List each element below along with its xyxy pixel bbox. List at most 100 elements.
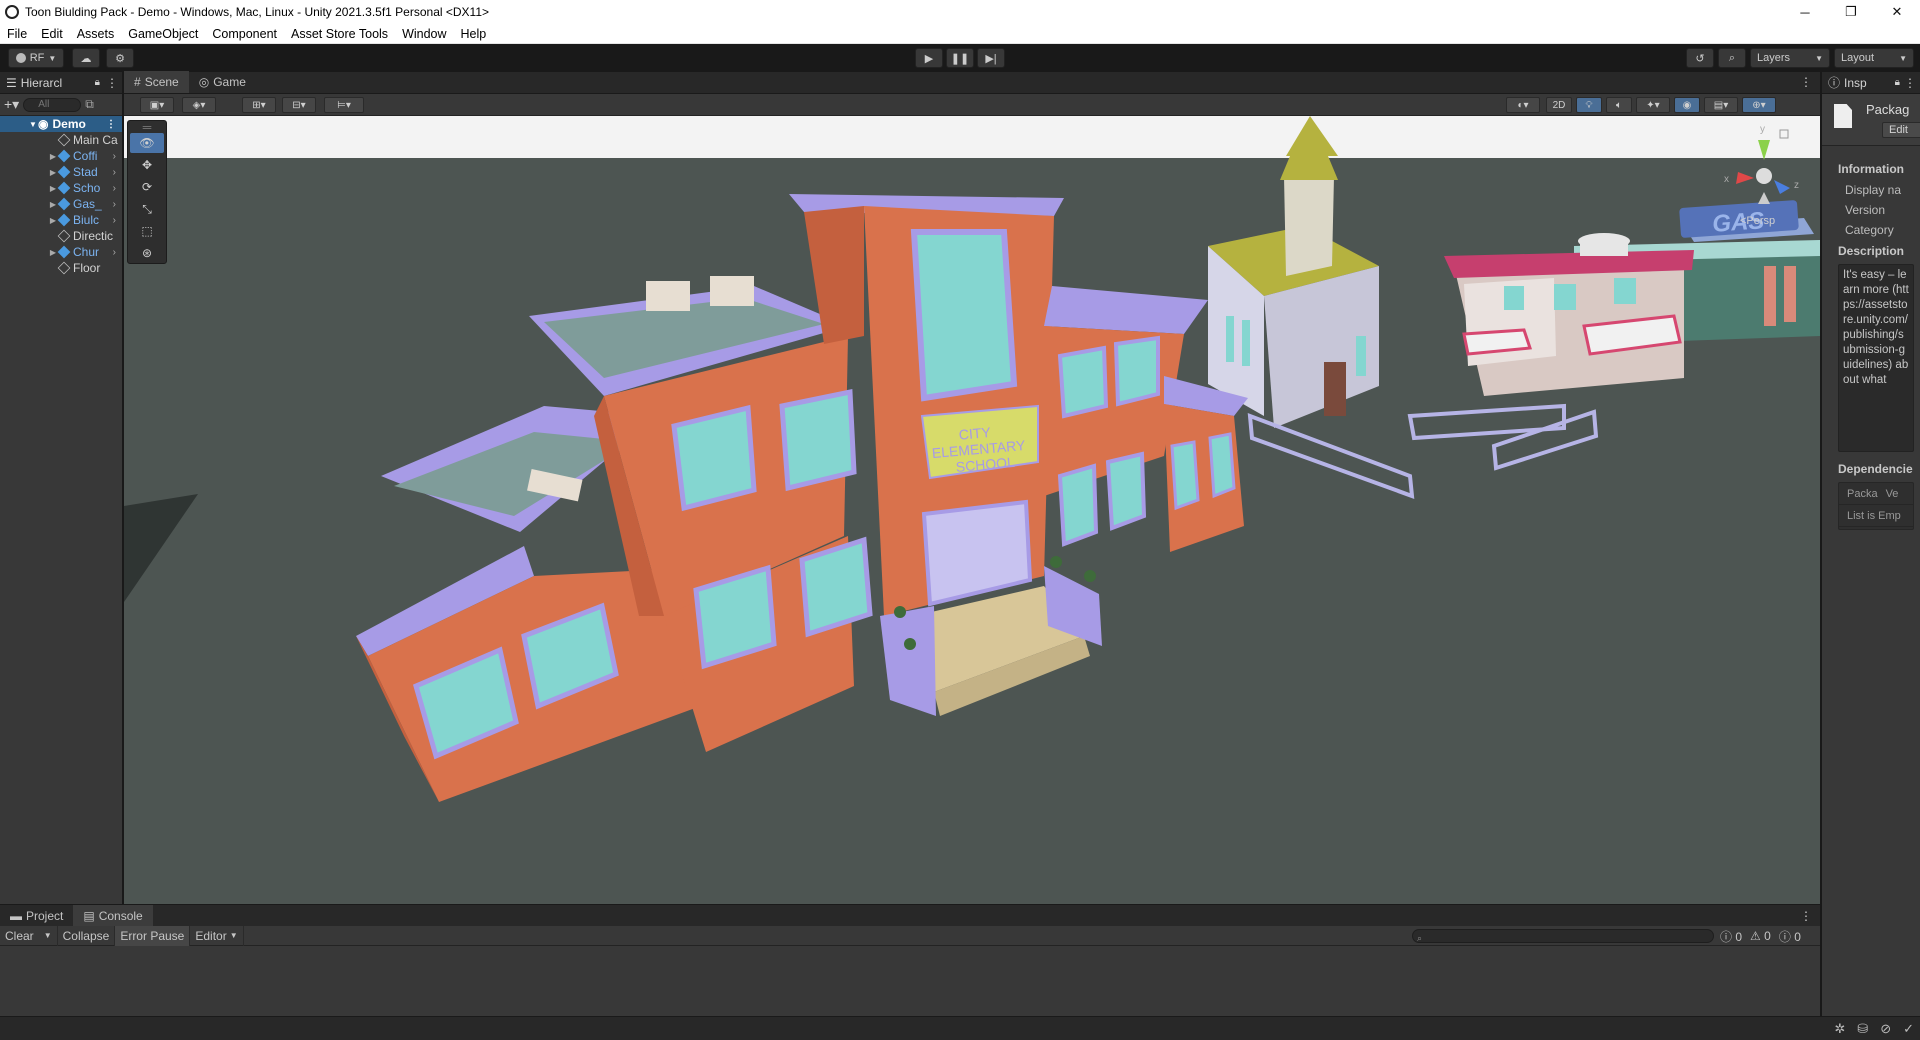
layers-dropdown[interactable]: Layers ▼ <box>1750 48 1830 68</box>
hidden-objects-toggle[interactable]: ◉ <box>1674 97 1700 113</box>
edit-button[interactable]: Edit <box>1882 122 1920 138</box>
move-tool-button[interactable]: ✥ <box>130 155 164 175</box>
rect-tool-button[interactable]: ⬚ <box>130 221 164 241</box>
menu-window[interactable]: Window <box>395 27 453 41</box>
gizmos-dropdown[interactable]: ⊕▾ <box>1742 97 1776 113</box>
grid-snap-dropdown[interactable]: ⊞▾ <box>242 97 276 113</box>
inspector-tab[interactable]: ⓘ Insp 🔒︎ ⋮ <box>1822 72 1920 94</box>
description-section-header[interactable]: Description <box>1822 240 1920 262</box>
audio-toggle[interactable]: 🔈︎ <box>1606 97 1632 113</box>
hierarchy-item[interactable]: ▶ Scho › <box>0 180 122 196</box>
chevron-down-icon[interactable]: ▼ <box>44 931 52 940</box>
layout-dropdown[interactable]: Layout ▼ <box>1834 48 1914 68</box>
search-button[interactable]: ⌕ <box>1718 48 1746 68</box>
hierarchy-item[interactable]: Directic <box>0 228 122 244</box>
minimize-button[interactable]: ─ <box>1782 0 1828 24</box>
hierarchy-item[interactable]: ▶ Gas_ › <box>0 196 122 212</box>
lock-icon[interactable]: 🔒︎ <box>95 77 100 88</box>
increment-snap-dropdown[interactable]: ⊟▾ <box>282 97 316 113</box>
scene-viewport[interactable]: GAS CITY ELEMENTARY SCHOOL y z x <Persp <box>124 116 1820 904</box>
tab-console[interactable]: ▤ Console <box>73 904 153 927</box>
ruler-dropdown[interactable]: ⊨▾ <box>324 97 364 113</box>
debug-icon[interactable]: ✲ <box>1834 1021 1845 1037</box>
console-log-area[interactable] <box>0 946 1820 1006</box>
error-pause-button[interactable]: Error Pause <box>115 925 191 946</box>
chevron-right-icon[interactable]: › <box>113 247 116 258</box>
mode-2d-toggle[interactable]: 2D <box>1546 97 1572 113</box>
effects-dropdown[interactable]: ✦▾ <box>1636 97 1670 113</box>
tab-scene[interactable]: # Scene <box>124 71 189 93</box>
more-menu-icon[interactable]: ⋮ <box>1800 75 1812 89</box>
hierarchy-tab[interactable]: ☰ Hierarcl 🔒︎ ⋮ <box>0 72 122 94</box>
view-tool-button[interactable]: 👁︎ <box>130 133 164 153</box>
warning-count-toggle[interactable]: ⚠ 0 <box>1750 929 1771 943</box>
editor-dropdown[interactable]: Editor ▼ <box>190 925 244 946</box>
step-button[interactable]: ▶| <box>977 48 1005 68</box>
chevron-right-icon[interactable]: › <box>113 199 116 210</box>
menu-edit[interactable]: Edit <box>34 27 70 41</box>
hierarchy-item[interactable]: ▶ Coffi › <box>0 148 122 164</box>
description-textarea[interactable]: It's easy – learn more (https://assetsto… <box>1838 264 1914 452</box>
lock-icon[interactable]: 🔒︎ <box>1895 77 1900 88</box>
hierarchy-scene-root[interactable]: ▼ ◉ Demo ⋮ <box>0 116 122 132</box>
expand-arrow-icon[interactable]: ▶ <box>48 216 58 225</box>
menu-gameobject[interactable]: GameObject <box>121 27 205 41</box>
add-object-button[interactable]: +▾ <box>4 96 19 113</box>
dependencies-section-header[interactable]: Dependencie <box>1822 458 1920 480</box>
log-count-toggle[interactable]: ⓘ 0 <box>1720 928 1742 945</box>
expand-arrow-icon[interactable]: ▶ <box>48 248 58 257</box>
draw-mode-dropdown[interactable]: ▣▾ <box>140 97 174 113</box>
baking-icon[interactable]: ⊘ <box>1880 1021 1891 1037</box>
chevron-right-icon[interactable]: › <box>113 183 116 194</box>
pause-button[interactable]: ❚❚ <box>946 48 974 68</box>
chevron-right-icon[interactable]: › <box>113 215 116 226</box>
lighting-toggle[interactable]: 💡︎ <box>1576 97 1602 113</box>
expand-arrow-icon[interactable]: ▶ <box>48 200 58 209</box>
chevron-right-icon[interactable]: › <box>113 167 116 178</box>
camera-dropdown[interactable]: ▤▾ <box>1704 97 1738 113</box>
account-dropdown[interactable]: RF ▼ <box>8 48 64 68</box>
more-menu-icon[interactable]: ⋮ <box>1904 76 1916 90</box>
clear-button[interactable]: Clear ▼ <box>0 925 58 946</box>
more-menu-icon[interactable]: ⋮ <box>106 76 118 90</box>
lighting-dropdown[interactable]: ◐▾ <box>1506 97 1540 113</box>
error-count-toggle[interactable]: ⓘ 0 <box>1779 928 1801 945</box>
menu-component[interactable]: Component <box>205 27 284 41</box>
hierarchy-item[interactable]: Floor <box>0 260 122 276</box>
more-menu-icon[interactable]: ⋮ <box>106 119 116 130</box>
render-mode-dropdown[interactable]: ◈▾ <box>182 97 216 113</box>
scale-tool-button[interactable]: ⤡ <box>130 199 164 219</box>
expand-arrow-icon[interactable]: ▼ <box>28 120 38 129</box>
chevron-right-icon[interactable]: › <box>113 151 116 162</box>
persp-label[interactable]: <Persp <box>1740 215 1775 227</box>
history-button[interactable]: ↺ <box>1686 48 1714 68</box>
drag-handle-icon[interactable]: ═ <box>130 120 164 134</box>
transform-tool-button[interactable]: ⊛ <box>130 243 164 263</box>
menu-file[interactable]: File <box>0 27 34 41</box>
play-button[interactable]: ▶ <box>915 48 943 68</box>
checkmark-icon[interactable]: ✓ <box>1903 1021 1914 1037</box>
scene-visibility-icon[interactable]: ⧉ <box>85 97 94 112</box>
restore-button[interactable]: ❐ <box>1828 0 1874 24</box>
cloud-button[interactable]: ☁ <box>72 48 100 68</box>
hierarchy-item[interactable]: Main Ca <box>0 132 122 148</box>
console-search-input[interactable]: ⌕ <box>1412 929 1714 943</box>
expand-arrow-icon[interactable]: ▶ <box>48 152 58 161</box>
menu-asset-store-tools[interactable]: Asset Store Tools <box>284 27 395 41</box>
expand-arrow-icon[interactable]: ▶ <box>48 184 58 193</box>
information-section-header[interactable]: Information <box>1822 158 1920 180</box>
collab-button[interactable]: ⚙ <box>106 48 134 68</box>
close-button[interactable]: ✕ <box>1874 0 1920 24</box>
hierarchy-item[interactable]: ▶ Biulc › <box>0 212 122 228</box>
tab-game[interactable]: ◎ Game <box>189 71 256 93</box>
tab-project[interactable]: ▬ Project <box>0 905 73 927</box>
hierarchy-search-input[interactable]: All <box>23 97 82 112</box>
collapse-button[interactable]: Collapse <box>58 925 116 946</box>
hierarchy-item[interactable]: ▶ Stad › <box>0 164 122 180</box>
menu-assets[interactable]: Assets <box>70 27 122 41</box>
more-menu-icon[interactable]: ⋮ <box>1800 909 1812 923</box>
hierarchy-item[interactable]: ▶ Chur › <box>0 244 122 260</box>
cache-server-icon[interactable]: ⛁ <box>1857 1021 1868 1037</box>
rotate-tool-button[interactable]: ⟳ <box>130 177 164 197</box>
menu-help[interactable]: Help <box>454 27 494 41</box>
